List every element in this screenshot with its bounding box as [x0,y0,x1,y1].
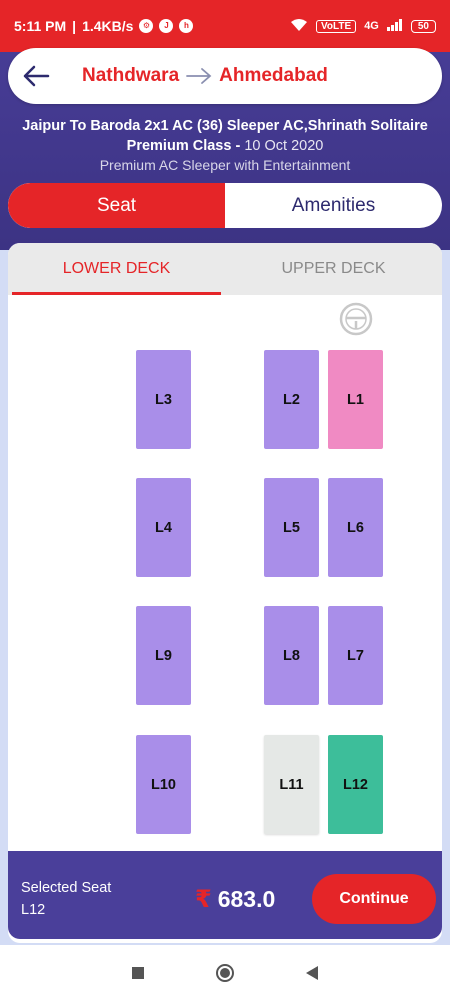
status-bar: 5:11 PM | 1.4KB/s ⚙ J h VoLTE 4G 50 [0,0,450,52]
route-to: Ahmedabad [219,65,328,86]
jio-icon: J [159,19,174,33]
tab-amenities[interactable]: Amenities [225,183,442,228]
seat-L5[interactable]: L5 [264,478,319,577]
seat-layout-card: LOWER DECK UPPER DECK L3 L2 L1 L4 L5 L6 … [8,243,442,943]
arrow-right-icon [185,66,213,86]
tab-seat[interactable]: Seat [8,183,225,228]
volte-badge: VoLTE [316,19,357,33]
back-button[interactable] [12,52,60,100]
view-toggle: Seat Amenities [8,183,442,228]
route-bar: Nathdwara Ahmedabad [8,48,442,104]
gear-icon: ⚙ [139,19,154,33]
travel-date: 10 Oct 2020 [244,138,324,154]
tab-lower-deck[interactable]: LOWER DECK [8,243,225,295]
bus-title: Jaipur To Baroda 2x1 AC (36) Sleeper AC,… [22,118,428,154]
recents-icon[interactable] [131,966,145,980]
total-price: ₹ 683.0 [195,885,275,914]
seat-L7[interactable]: L7 [328,606,383,705]
seat-L3[interactable]: L3 [136,350,191,449]
wifi-icon [290,18,308,35]
seat-L6[interactable]: L6 [328,478,383,577]
status-time: 5:11 PM [14,18,67,34]
bus-subtitle: Premium AC Sleeper with Entertainment [99,157,351,173]
seat-L1[interactable]: L1 [328,350,383,449]
status-speed: 1.4KB/s [82,18,134,34]
signal-icon [386,18,403,34]
seat-L4[interactable]: L4 [136,478,191,577]
seat-L8[interactable]: L8 [264,606,319,705]
selected-seat-value: L12 [21,902,46,918]
home-icon[interactable] [215,963,235,983]
seat-L12[interactable]: L12 [328,735,383,834]
seat-L2[interactable]: L2 [264,350,319,449]
battery-icon: 50 [410,19,436,33]
rupee-icon: ₹ [195,886,212,913]
checkout-bar: Selected Seat L12 ₹ 683.0 Continue [8,851,442,939]
android-nav-bar [0,945,450,1000]
arrow-left-icon [23,65,50,87]
seat-L10[interactable]: L10 [136,735,191,834]
route-from: Nathdwara [82,65,180,86]
network-type: 4G [364,20,379,32]
selected-seat-label: Selected Seat [21,880,112,896]
seat-L11: L11 [264,735,319,834]
app-icon: h [179,19,194,33]
tab-upper-deck[interactable]: UPPER DECK [225,243,442,295]
back-nav-icon[interactable] [305,965,319,981]
price-value: 683.0 [217,886,276,912]
deck-tabs: LOWER DECK UPPER DECK [8,243,442,295]
steering-wheel-icon [339,302,373,336]
continue-button[interactable]: Continue [312,874,436,924]
seat-L9[interactable]: L9 [136,606,191,705]
